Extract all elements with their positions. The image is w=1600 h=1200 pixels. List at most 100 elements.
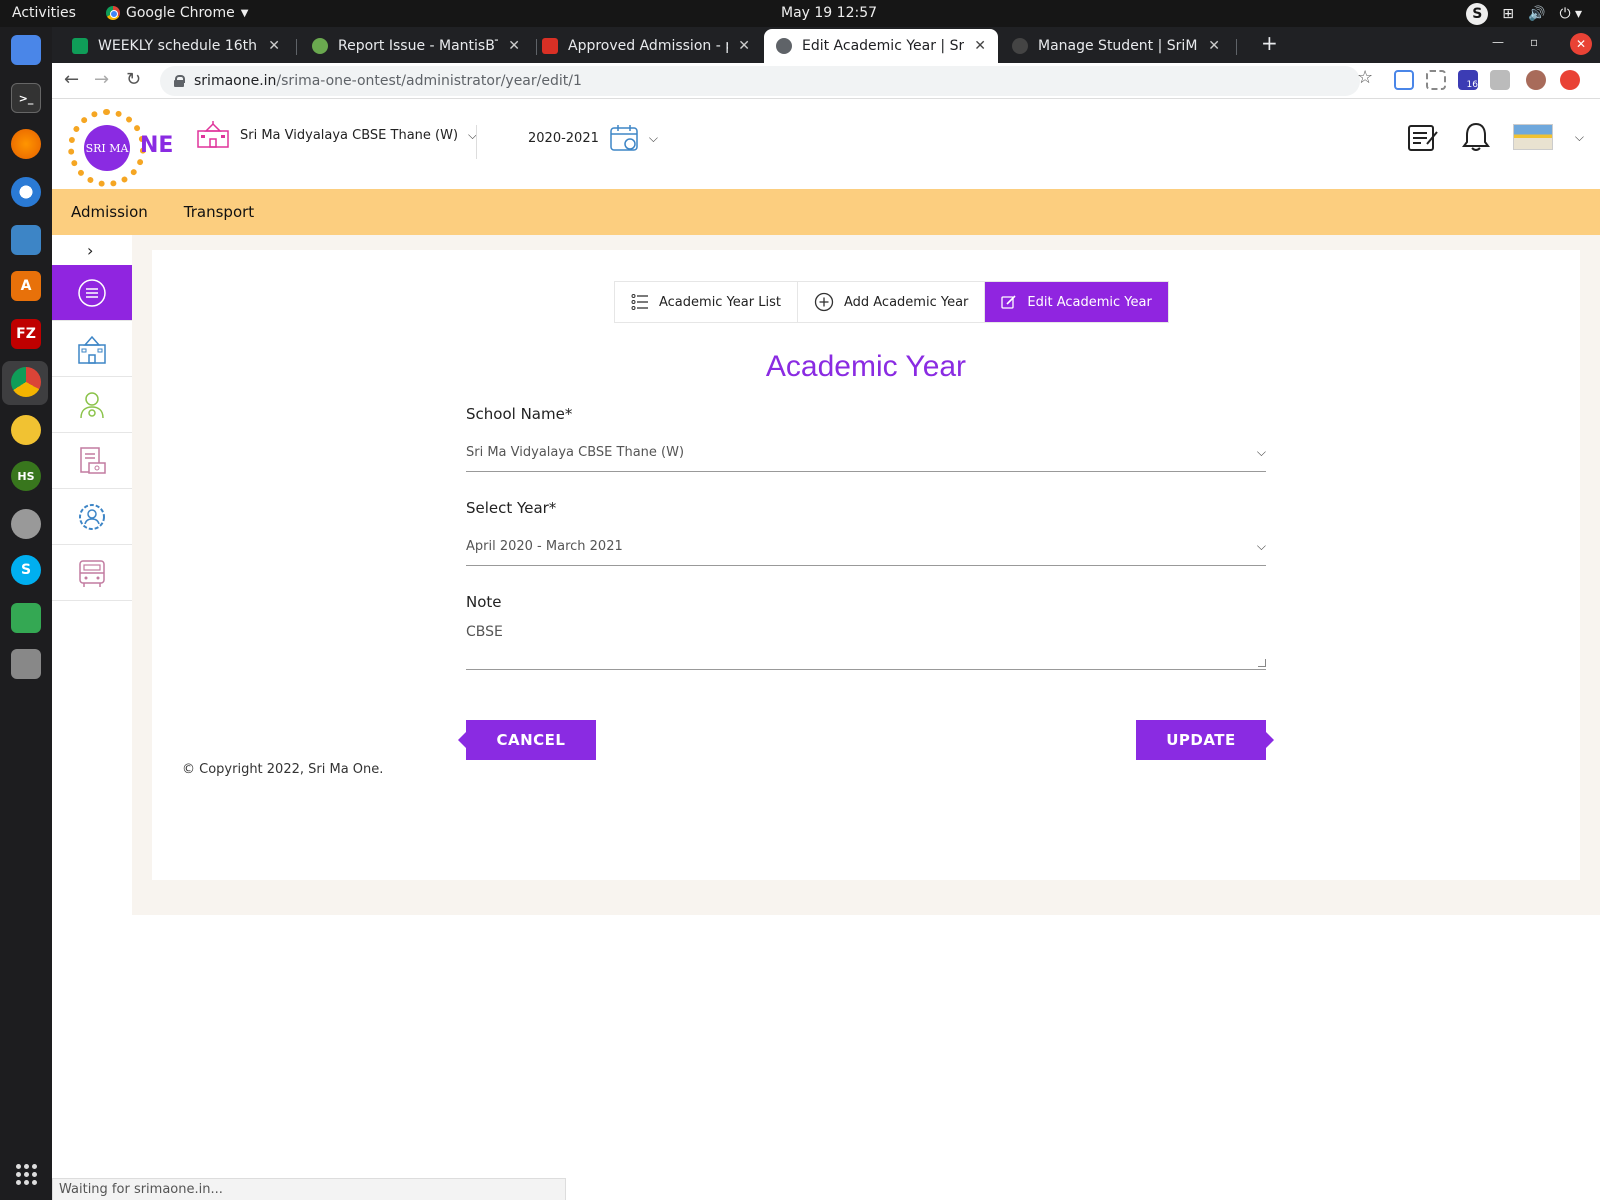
search-app-icon[interactable] [11,509,41,539]
bell-icon[interactable] [1461,121,1491,153]
profile-avatar-icon[interactable] [1526,70,1546,90]
sidebar-item-user-settings[interactable] [52,377,132,433]
url-input[interactable]: srimaone.in/srima-one-ontest/administrat… [160,66,1360,96]
close-tab-icon[interactable]: ✕ [738,38,750,54]
select-year-select[interactable]: April 2020 - March 2021 ⌵ [466,528,1266,566]
browser-tab[interactable]: Report Issue - MantisBT ✕ [300,29,532,63]
chrome-dock-icon[interactable] [11,367,41,397]
browser-status-bar: Waiting for srimaone.in... [52,1178,566,1200]
tab-add-academic-year[interactable]: Add Academic Year [797,282,986,322]
dock: >_ A FZ HS S [0,27,52,1200]
software-center-icon[interactable]: A [11,271,41,301]
tab-label: Edit Academic Year [1027,294,1152,310]
activities-button[interactable]: Activities [12,5,76,21]
volume-icon[interactable]: 🔊 [1528,6,1545,22]
menu-item-transport[interactable]: Transport [184,203,254,221]
tab-title: Manage Student | SriMa V [1038,38,1198,54]
chevron-right-icon[interactable]: › [87,241,93,260]
update-icon[interactable] [1560,70,1580,90]
extension-badge-count: 16 [1466,80,1478,90]
tab-label: Add Academic Year [843,294,969,310]
skype-tray-icon[interactable]: S [1466,3,1489,25]
year-selector[interactable]: 2020-2021 ⌵ [528,123,658,153]
chevron-down-icon: ⌵ [1256,445,1266,459]
firefox-icon[interactable] [11,129,41,159]
calculator-icon[interactable] [11,649,41,679]
url-host: srimaone.in [194,73,277,89]
select-year-label: Select Year* [466,499,557,517]
menu-circle-icon [78,278,106,307]
clock[interactable]: May 19 12:57 [781,5,877,21]
show-apps-icon[interactable] [16,1164,37,1185]
menu-item-admission[interactable]: Admission [71,203,148,221]
kettle-icon[interactable] [11,415,41,445]
restore-icon[interactable]: ▫ [1530,35,1538,49]
browser-tab[interactable]: WEEKLY schedule 16th to ✕ [60,29,292,63]
sidebar-item-settings[interactable] [52,489,132,545]
camera-extension-icon[interactable] [1490,70,1510,90]
files-icon[interactable] [11,35,41,65]
new-tab-icon[interactable]: + [1261,31,1278,55]
browser-tab[interactable]: Approved Admission - pat ✕ [530,29,762,63]
skype-icon[interactable]: S [11,555,41,585]
calendar-icon [610,125,638,151]
note-label: Note [466,593,502,611]
sidebar-item-fees[interactable] [52,433,132,489]
tab-edit-academic-year[interactable]: Edit Academic Year [985,282,1168,322]
notes-icon[interactable] [1407,122,1439,152]
user-avatar[interactable] [1512,124,1553,150]
resize-handle-icon[interactable] [1258,659,1266,667]
browser-tab[interactable]: Manage Student | SriMa V ✕ [1000,29,1232,63]
tab-academic-year-list[interactable]: Academic Year List [615,282,798,322]
tab-label: Academic Year List [659,294,781,310]
screencast-extension-icon[interactable] [1394,70,1414,90]
sidebar-item-school[interactable] [52,321,132,377]
browser-tab-active[interactable]: Edit Academic Year | SriMa ✕ [764,29,998,63]
globe-favicon-icon [1012,38,1028,54]
chevron-down-icon[interactable]: ⌵ [1575,130,1584,145]
close-tab-icon[interactable]: ✕ [268,38,280,54]
thunderbird-icon[interactable] [11,177,41,207]
list-icon [631,294,648,310]
bookmark-star-icon[interactable]: ☆ [1357,67,1373,88]
school-building-icon [197,121,229,148]
hs-icon[interactable]: HS [11,461,41,491]
close-tab-icon[interactable]: ✕ [974,38,986,54]
minimize-icon[interactable]: — [1492,35,1504,49]
close-tab-icon[interactable]: ✕ [1208,38,1220,54]
network-icon[interactable]: ⊞ [1502,6,1514,22]
close-tab-icon[interactable]: ✕ [508,38,520,54]
writer-icon[interactable] [11,225,41,255]
terminal-icon[interactable]: >_ [11,83,41,113]
plus-circle-icon [814,292,834,312]
lock-icon[interactable] [174,75,185,87]
school-selector[interactable]: Sri Ma Vidyalaya CBSE Thane (W) ⌵ [196,121,477,149]
cancel-button[interactable]: CANCEL [458,720,596,760]
update-button[interactable]: UPDATE [1136,720,1274,760]
window-close-icon[interactable]: ✕ [1570,33,1592,55]
reload-icon[interactable]: ↻ [126,69,141,90]
forward-icon[interactable]: → [94,69,109,90]
system-tray[interactable]: S ⊞ 🔊 ⏻ ▾ [1466,3,1582,25]
calc-sheet-icon[interactable] [11,603,41,633]
caret-down-icon: ▼ [240,7,249,19]
school-name-select[interactable]: Sri Ma Vidyalaya CBSE Thane (W) ⌵ [466,434,1266,472]
filezilla-icon[interactable]: FZ [11,319,41,349]
logo-text: SRI MA [84,125,130,171]
power-icon[interactable]: ⏻ ▾ [1559,6,1582,22]
gmail-favicon-icon [542,38,558,54]
note-textarea[interactable]: CBSE [466,620,1266,670]
chevron-down-icon: ⌵ [1256,539,1266,553]
screenshot-extension-icon[interactable] [1426,70,1446,90]
app-name: Google Chrome [126,5,235,21]
back-icon[interactable]: ← [64,69,79,90]
sheets-favicon-icon [72,38,88,54]
sidebar-item-menu[interactable] [52,265,132,321]
chrome-icon [106,6,120,20]
app-menu[interactable]: Google Chrome ▼ [106,5,248,21]
edit-icon [1001,295,1016,309]
srimaone-logo[interactable]: SRI MA NE [68,109,173,187]
extension-badge-icon[interactable]: 16 [1458,70,1478,90]
os-top-bar: Activities Google Chrome ▼ May 19 12:57 … [0,0,1600,27]
sidebar-item-transport[interactable] [52,545,132,601]
